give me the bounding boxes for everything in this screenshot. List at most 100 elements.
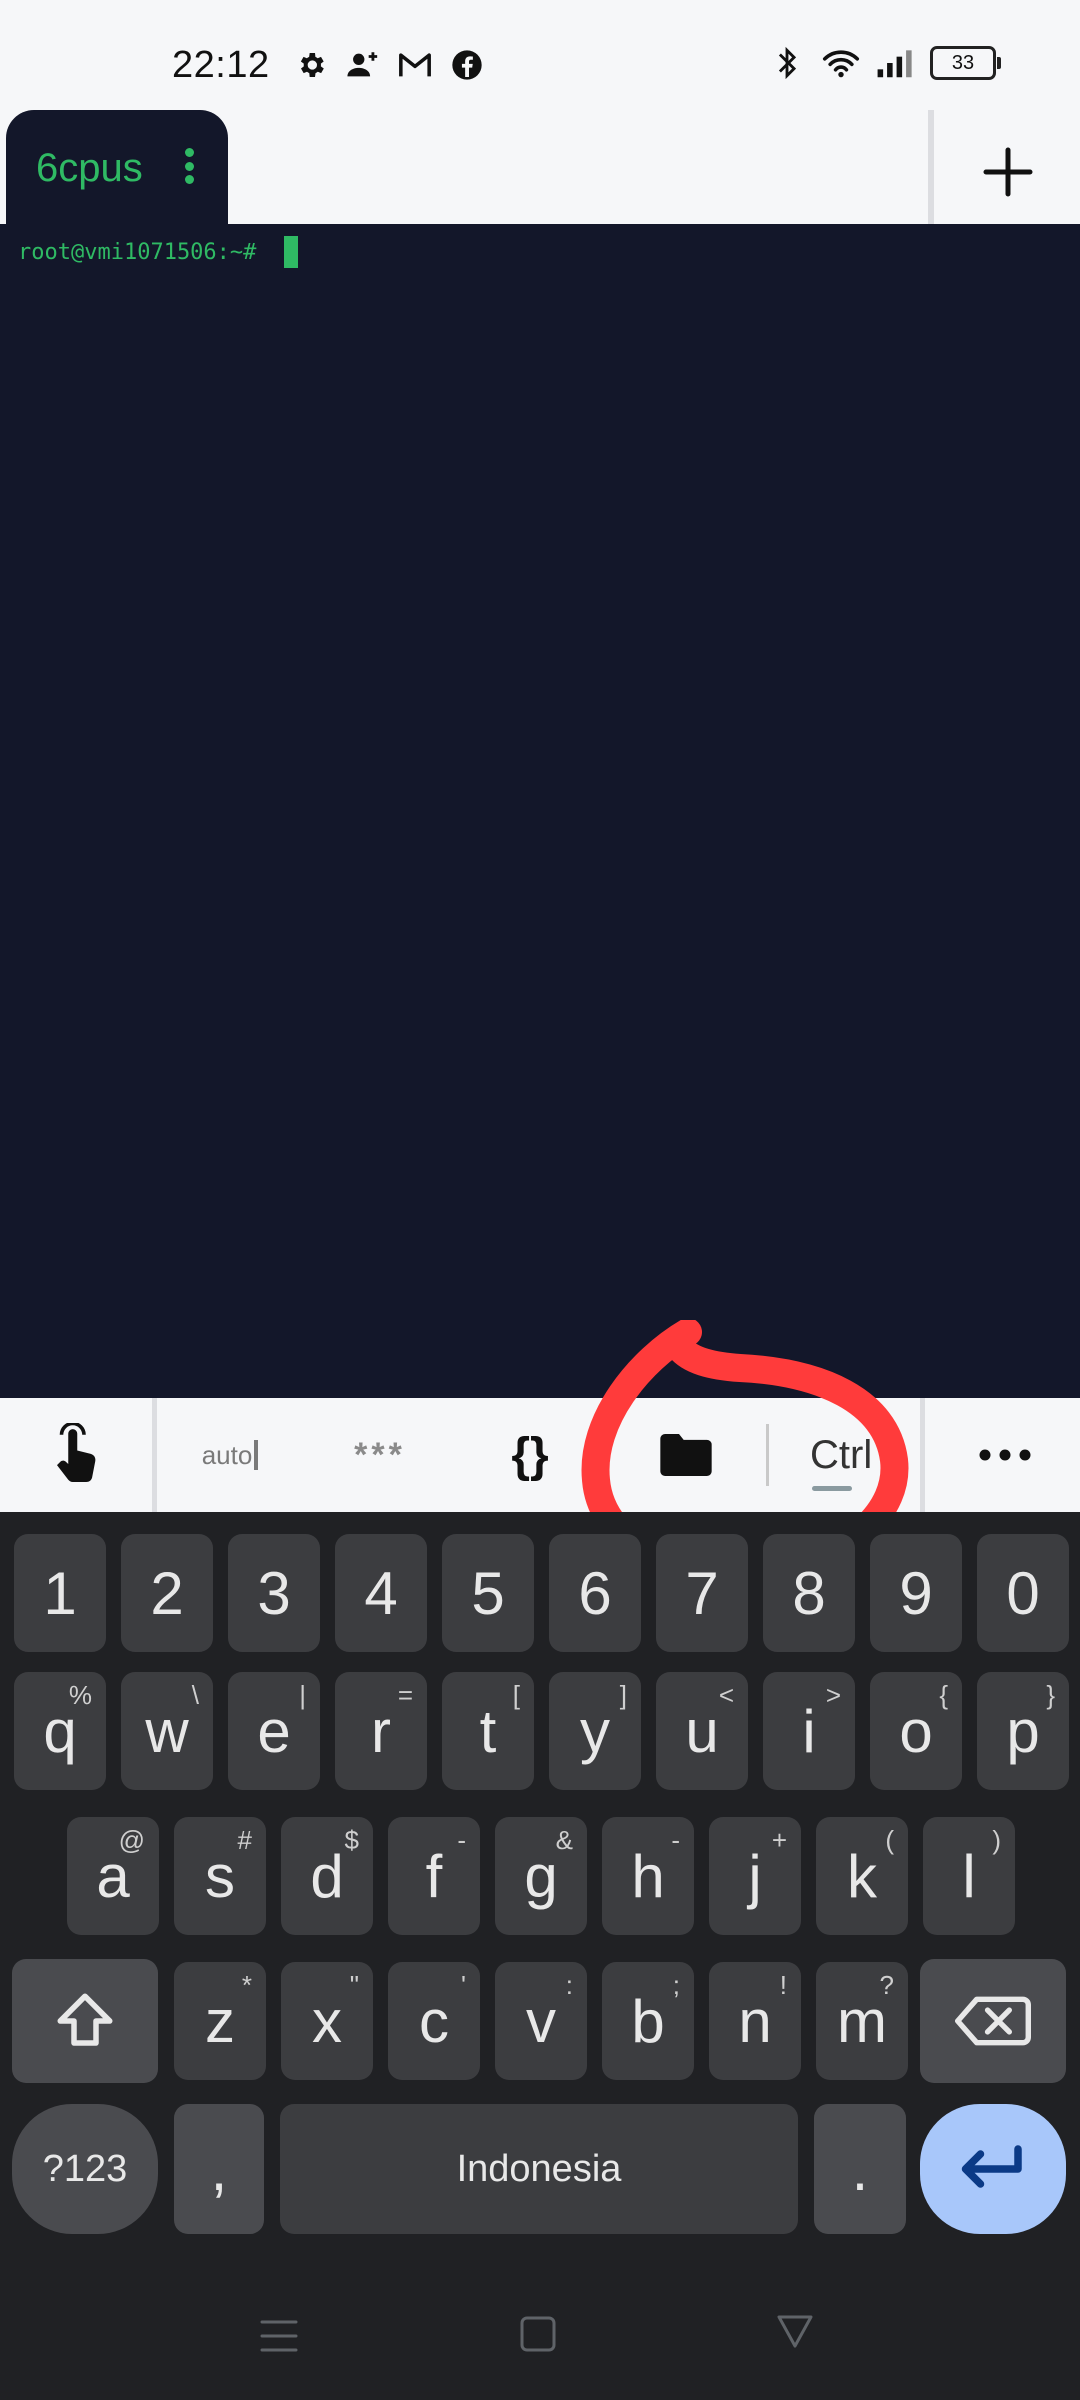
toolbar-separator	[152, 1398, 157, 1512]
key-c[interactable]: c '	[388, 1962, 480, 2080]
key-s[interactable]: s #	[174, 1817, 266, 1935]
key-5[interactable]: 5	[442, 1534, 534, 1652]
key-h[interactable]: h-	[602, 1817, 694, 1935]
key-g[interactable]: g &	[495, 1817, 587, 1935]
toolbar-divider-line	[766, 1424, 769, 1486]
key-7[interactable]: 7	[656, 1534, 748, 1652]
key-label: k	[847, 1842, 877, 1910]
settings-icon	[292, 46, 330, 84]
key-label: j	[748, 1842, 762, 1910]
terminal-view[interactable]: root@vmi1071506:~#	[0, 224, 1080, 1398]
tab-6cpus[interactable]: 6cpus	[6, 110, 228, 224]
key-secondary-label: @	[118, 1825, 145, 1855]
wifi-icon	[822, 44, 860, 82]
key-f[interactable]: f-	[388, 1817, 480, 1935]
key-j[interactable]: j +	[709, 1817, 801, 1935]
signal-icon	[876, 44, 914, 82]
key-4[interactable]: 4	[335, 1534, 427, 1652]
key-e[interactable]: e |	[228, 1672, 320, 1790]
back-nav-icon[interactable]	[774, 2310, 816, 2352]
key-secondary-label: }	[1046, 1680, 1055, 1710]
key-i[interactable]: i >	[763, 1672, 855, 1790]
add-tab-button[interactable]	[968, 132, 1048, 212]
period-key[interactable]: .	[814, 2104, 906, 2234]
key-8[interactable]: 8	[763, 1534, 855, 1652]
key-label: 3	[257, 1559, 291, 1627]
key-label: z	[205, 1987, 235, 2055]
key-label: w	[145, 1697, 189, 1765]
key-secondary-label: &	[555, 1825, 573, 1855]
key-secondary-label: -	[671, 1825, 680, 1855]
key-u[interactable]: u <	[656, 1672, 748, 1790]
key-2[interactable]: 2	[121, 1534, 213, 1652]
key-w[interactable]: w \	[121, 1672, 213, 1790]
auto-label: auto	[201, 1439, 253, 1470]
more-icon	[979, 1449, 1031, 1461]
key-b[interactable]: b;	[602, 1962, 694, 2080]
extra-keys-toolbar: auto *** {} Ctrl	[0, 1398, 1080, 1512]
key-secondary-label: >	[825, 1680, 841, 1710]
key-label: 9	[899, 1559, 933, 1627]
key-v[interactable]: v:	[495, 1962, 587, 2080]
key-k[interactable]: k(	[816, 1817, 908, 1935]
key-n[interactable]: n!	[709, 1962, 801, 2080]
key-label: y	[580, 1697, 610, 1765]
key-0[interactable]: 0	[977, 1534, 1069, 1652]
shift-key[interactable]	[12, 1959, 158, 2083]
key-label: u	[685, 1697, 719, 1765]
key-secondary-label: <	[718, 1680, 734, 1710]
tab-divider	[928, 110, 934, 224]
snippets-button[interactable]: {}	[470, 1398, 590, 1512]
more-button[interactable]	[950, 1398, 1060, 1512]
key-secondary-label: $	[344, 1825, 359, 1855]
key-l[interactable]: l)	[923, 1817, 1015, 1935]
ctrl-scroll-indicator	[812, 1486, 852, 1491]
key-z[interactable]: z *	[174, 1962, 266, 2080]
folder-button[interactable]	[626, 1398, 746, 1512]
auto-button[interactable]: auto	[170, 1398, 290, 1512]
tab-label: 6cpus	[36, 146, 143, 190]
key-9[interactable]: 9	[870, 1534, 962, 1652]
key-q[interactable]: q%	[14, 1672, 106, 1790]
key-o[interactable]: o{	[870, 1672, 962, 1790]
key-d[interactable]: d $	[281, 1817, 373, 1935]
touch-icon	[57, 1423, 96, 1482]
key-secondary-label: ;	[672, 1970, 680, 2000]
terminal-prompt: root@vmi1071506:~#	[18, 240, 257, 265]
key-6[interactable]: 6	[549, 1534, 641, 1652]
ctrl-button[interactable]: Ctrl	[810, 1398, 872, 1512]
key-label: f	[425, 1842, 443, 1910]
tab-menu-icon[interactable]	[184, 148, 194, 184]
key-t[interactable]: t[	[442, 1672, 534, 1790]
key-p[interactable]: p}	[977, 1672, 1069, 1790]
key-3[interactable]: 3	[228, 1534, 320, 1652]
key-1[interactable]: 1	[14, 1534, 106, 1652]
key-secondary-label: "	[349, 1970, 359, 2000]
key-label: s	[205, 1842, 235, 1910]
key-label: g	[524, 1842, 558, 1910]
key-m[interactable]: m?	[816, 1962, 908, 2080]
backspace-key[interactable]	[920, 1959, 1066, 2083]
home-nav-icon[interactable]	[518, 2314, 558, 2354]
space-key[interactable]: Indonesia	[280, 2104, 798, 2234]
key-y[interactable]: y]	[549, 1672, 641, 1790]
touch-button[interactable]	[30, 1398, 120, 1512]
key-label: x	[312, 1987, 342, 2055]
key-label: h	[631, 1842, 665, 1910]
gmail-icon	[396, 46, 434, 84]
ctrl-label: Ctrl	[810, 1432, 870, 1477]
plus-icon	[983, 147, 1033, 197]
key-secondary-label: +	[771, 1825, 787, 1855]
menu-nav-icon[interactable]	[258, 2314, 300, 2358]
enter-key[interactable]	[920, 2104, 1066, 2234]
key-r[interactable]: r =	[335, 1672, 427, 1790]
key-label: r	[371, 1697, 391, 1765]
key-secondary-label: #	[237, 1825, 252, 1855]
key-secondary-label: )	[992, 1825, 1001, 1855]
password-button[interactable]: ***	[320, 1398, 440, 1512]
comma-key[interactable]: ,	[174, 2104, 264, 2234]
key-a[interactable]: a @	[67, 1817, 159, 1935]
key-x[interactable]: x "	[281, 1962, 373, 2080]
key-label: c	[419, 1987, 449, 2055]
symbols-key[interactable]: ?123	[12, 2104, 158, 2234]
